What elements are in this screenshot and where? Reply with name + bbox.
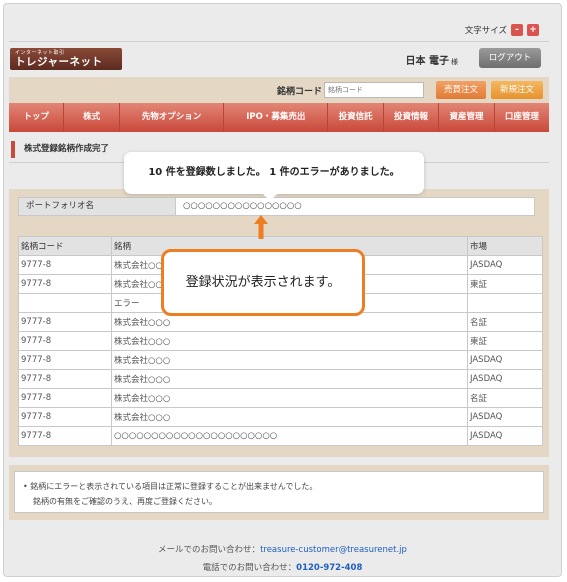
cell-code: 9777-8 xyxy=(18,350,112,370)
logo[interactable]: インターネット取引 トレジャーネット xyxy=(10,48,122,70)
font-size-decrease-button[interactable]: - xyxy=(511,24,523,36)
cell-code: 9777-8 xyxy=(18,388,112,408)
trade-order-button[interactable]: 売買注文 xyxy=(436,81,486,99)
nav-funds[interactable]: 投資信託 xyxy=(328,103,384,132)
table-row: 9777-8 株式会社○○○ 名証 xyxy=(18,388,543,408)
cell-market: JASDAQ xyxy=(467,407,543,427)
result-panel: ポートフォリオ名 ○○○○○○○○○○○○○○○○ 銘柄コード 銘柄 市場 97… xyxy=(9,189,549,457)
footer-tel-number: 0120-972-408 xyxy=(296,563,363,573)
cell-market: JASDAQ xyxy=(467,369,543,389)
cell-name: 株式会社○○○ xyxy=(111,369,468,389)
header-divider xyxy=(9,41,549,42)
up-arrow-icon xyxy=(254,215,268,239)
footer-mail-link[interactable]: treasure-customer@treasurenet.jp xyxy=(260,545,407,555)
column-header-market: 市場 xyxy=(467,236,543,256)
nav-top[interactable]: トップ xyxy=(9,103,65,132)
cell-code: 9777-8 xyxy=(18,369,112,389)
search-bar: 銘柄コード 売買注文 新規注文 xyxy=(9,77,549,103)
status-callout: 登録状況が表示されます。 xyxy=(161,249,365,316)
nav-assets[interactable]: 資産管理 xyxy=(439,103,495,132)
table-row: 9777-8 株式会社○○○ JASDAQ xyxy=(18,350,543,370)
cell-market: 名証 xyxy=(467,312,543,332)
logout-button[interactable]: ログアウト xyxy=(479,48,541,68)
user-suffix: 様 xyxy=(451,58,458,66)
cell-code: 9777-8 xyxy=(18,407,112,427)
nav-stocks[interactable]: 株式 xyxy=(64,103,120,132)
font-size-label: 文字サイズ xyxy=(464,26,507,36)
cell-code: 9777-8 xyxy=(18,255,112,275)
cell-name: 株式会社○○○ xyxy=(111,331,468,351)
nav-ipo[interactable]: IPO・募集売出 xyxy=(224,103,329,132)
cell-market: 東証 xyxy=(467,331,543,351)
cell-name: 株式会社○○○ xyxy=(111,350,468,370)
cell-code: 9777-8 xyxy=(18,331,112,351)
user-name: 日本 電子様 xyxy=(406,52,458,67)
notice-panel: • 銘柄にエラーと表示されている項目は正常に登録することが出来ませんでした。 銘… xyxy=(9,465,549,520)
user-name-text: 日本 電子 xyxy=(405,56,449,67)
cell-code: 9777-8 xyxy=(18,274,112,294)
portfolio-value: ○○○○○○○○○○○○○○○○ xyxy=(176,198,534,215)
font-size-increase-button[interactable]: + xyxy=(527,24,539,36)
new-order-button[interactable]: 新規注文 xyxy=(491,81,543,99)
table-row: 9777-8 株式会社○○○ JASDAQ xyxy=(18,407,543,427)
column-header-code: 銘柄コード xyxy=(18,236,112,256)
footer-tel-label: 電話でのお問い合わせ： xyxy=(202,563,297,573)
table-row: 9777-8 ○○○○○○○○○○○○○○○○○○○○○○ JASDAQ xyxy=(18,426,543,446)
notice-line-1: • 銘柄にエラーと表示されている項目は正常に登録することが出来ませんでした。 xyxy=(23,482,318,491)
font-size-control: 文字サイズ - + xyxy=(465,24,539,36)
page-title: 株式登録銘柄作成完了 xyxy=(11,141,109,158)
stock-code-label: 銘柄コード xyxy=(277,87,323,97)
cell-market: 名証 xyxy=(467,388,543,408)
footer-tel-row: 電話でのお問い合わせ：0120-972-408 xyxy=(4,559,561,576)
stock-code-input[interactable] xyxy=(324,82,424,98)
nav-futures-options[interactable]: 先物オプション xyxy=(120,103,225,132)
cell-code: 9777-8 xyxy=(18,312,112,332)
footer: メールでのお問い合わせ：treasure-customer@treasurene… xyxy=(4,541,561,576)
nav-market-info[interactable]: 投資情報 xyxy=(384,103,440,132)
page-frame: 文字サイズ - + インターネット取引 トレジャーネット 日本 電子様 ログアウ… xyxy=(3,3,562,577)
footer-mail-row: メールでのお問い合わせ：treasure-customer@treasurene… xyxy=(4,541,561,559)
cell-market xyxy=(467,293,543,313)
cell-market: JASDAQ xyxy=(467,255,543,275)
nav-account[interactable]: 口座管理 xyxy=(495,103,549,132)
cell-market: 東証 xyxy=(467,274,543,294)
registration-count-message: 10 件を登録数しました。 1 件のエラーがありました。 xyxy=(124,152,424,201)
table-row: 9777-8 株式会社○○○ JASDAQ xyxy=(18,369,543,389)
portfolio-label: ポートフォリオ名 xyxy=(19,198,176,215)
cell-code: 9777-8 xyxy=(18,426,112,446)
cell-market: JASDAQ xyxy=(467,350,543,370)
cell-code xyxy=(18,293,112,313)
cell-name: 株式会社○○○ xyxy=(111,407,468,427)
cell-market: JASDAQ xyxy=(467,426,543,446)
error-notice: • 銘柄にエラーと表示されている項目は正常に登録することが出来ませんでした。 銘… xyxy=(14,471,544,513)
footer-mail-label: メールでのお問い合わせ： xyxy=(158,545,261,555)
logo-title: トレジャーネット xyxy=(15,56,103,68)
cell-name: ○○○○○○○○○○○○○○○○○○○○○○ xyxy=(111,426,468,446)
table-row: 9777-8 株式会社○○○ 東証 xyxy=(18,331,543,351)
cell-name: 株式会社○○○ xyxy=(111,388,468,408)
main-nav: トップ 株式 先物オプション IPO・募集売出 投資信託 投資情報 資産管理 口… xyxy=(9,103,549,132)
notice-line-2: 銘柄の有無をご確認のうえ、再度ご登録ください。 xyxy=(33,497,217,506)
